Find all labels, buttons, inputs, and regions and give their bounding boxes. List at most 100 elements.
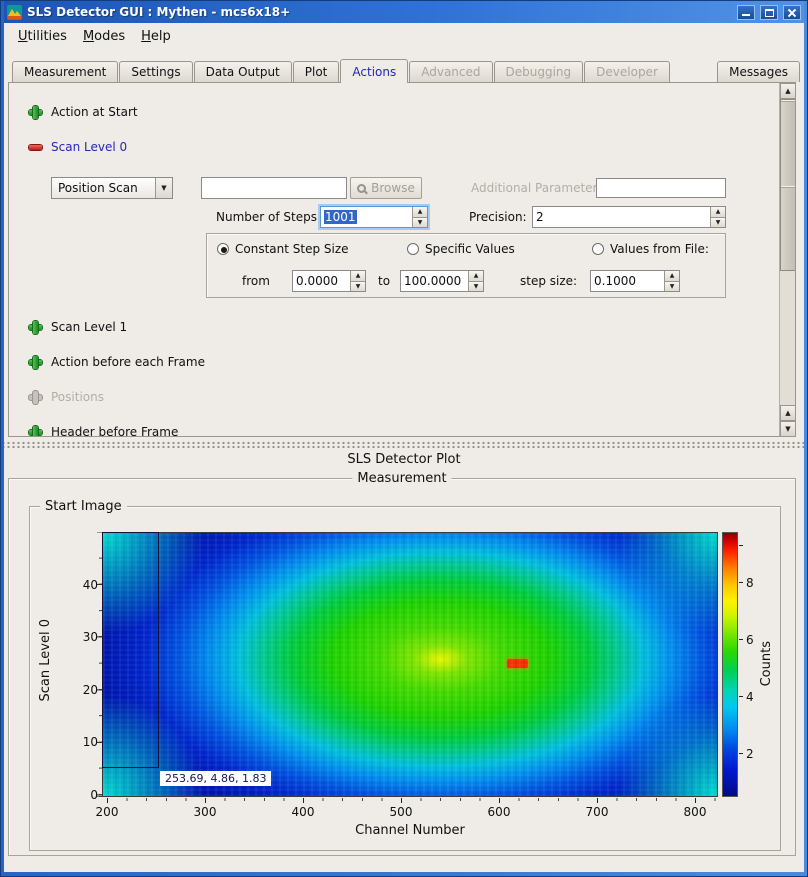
scan-level-1-row[interactable]: Scan Level 1: [29, 319, 127, 335]
to-value[interactable]: [401, 271, 468, 291]
spin-down-button[interactable]: ▼: [711, 217, 725, 228]
menu-modes[interactable]: Modes: [75, 26, 133, 47]
constant-step-radio[interactable]: Constant Step Size: [217, 242, 349, 256]
expand-plus-icon[interactable]: [29, 426, 42, 438]
step-size-spinbox[interactable]: ▲▼: [590, 270, 680, 292]
action-at-start-row[interactable]: Action at Start: [29, 104, 138, 120]
number-of-steps-label: Number of Steps:: [216, 210, 316, 224]
spin-up-button[interactable]: ▲: [711, 207, 725, 217]
radio-icon[interactable]: [592, 243, 604, 255]
spin-down-button[interactable]: ▼: [413, 217, 427, 228]
spin-up-button[interactable]: ▲: [469, 271, 483, 281]
expand-plus-icon[interactable]: [29, 321, 42, 334]
step-size-label: step size:: [520, 274, 577, 288]
scroll-up-button[interactable]: ▲: [780, 83, 796, 99]
chevron-down-icon[interactable]: ▼: [155, 178, 172, 198]
positions-label: Positions: [51, 390, 104, 404]
x-tick-label: 600: [479, 805, 519, 819]
heatmap-image[interactable]: [103, 533, 717, 796]
action-before-frame-label: Action before each Frame: [51, 355, 205, 369]
peak-hotspot: [507, 659, 528, 668]
values-from-file-label: Values from File:: [610, 242, 709, 256]
scan-mode-combobox[interactable]: Position Scan ▼: [51, 177, 173, 199]
vertical-scrollbar[interactable]: ▲ ▲ ▼: [779, 83, 795, 437]
maximize-icon: [765, 9, 774, 17]
number-of-steps-spinbox[interactable]: 1001 ▲▼: [320, 206, 428, 228]
scan-script-input[interactable]: [201, 177, 347, 199]
x-tick-label: 700: [577, 805, 617, 819]
expand-plus-icon[interactable]: [29, 356, 42, 369]
minimize-button[interactable]: [737, 5, 755, 20]
browse-icon: [357, 184, 366, 193]
from-spinbox[interactable]: ▲▼: [292, 270, 366, 292]
menu-help[interactable]: Help: [133, 26, 179, 47]
scroll-down-button[interactable]: ▼: [780, 421, 796, 437]
tab-developer: Developer: [584, 61, 670, 82]
tab-debugging: Debugging: [494, 61, 584, 82]
x-tick-label: 400: [283, 805, 323, 819]
menu-utilities[interactable]: Utilities: [10, 26, 75, 47]
step-options-groupbox: Constant Step Size Specific Values Value…: [206, 233, 726, 298]
precision-spinbox[interactable]: ▲▼: [532, 206, 726, 228]
scan-level-1-label: Scan Level 1: [51, 320, 127, 334]
measurement-group-title: Measurement: [352, 471, 451, 486]
from-value[interactable]: [293, 271, 350, 291]
x-tick-label: 800: [675, 805, 715, 819]
maximize-button[interactable]: [760, 5, 778, 20]
number-of-steps-value[interactable]: 1001: [324, 210, 357, 224]
tab-data-output[interactable]: Data Output: [194, 61, 292, 82]
specific-values-radio[interactable]: Specific Values: [407, 242, 515, 256]
titlebar[interactable]: SLS Detector GUI : Mythen - mcs6x18+: [4, 1, 804, 23]
precision-label: Precision:: [469, 210, 527, 224]
spin-up-button[interactable]: ▲: [665, 271, 679, 281]
y-tick-label: 30: [68, 630, 98, 644]
tab-settings[interactable]: Settings: [119, 61, 192, 82]
to-label: to: [378, 274, 390, 288]
app-window: SLS Detector GUI : Mythen - mcs6x18+ Uti…: [0, 0, 808, 877]
action-at-start-label: Action at Start: [51, 105, 138, 119]
colorbar-axis-label: Counts: [759, 641, 774, 686]
y-tick-label: 10: [68, 735, 98, 749]
x-tick-label: 300: [185, 805, 225, 819]
expand-plus-icon[interactable]: [29, 106, 42, 119]
tab-measurement[interactable]: Measurement: [12, 61, 118, 82]
radio-selected-icon[interactable]: [217, 243, 229, 255]
tab-plot[interactable]: Plot: [293, 61, 340, 82]
splitter-handle[interactable]: [4, 440, 804, 448]
additional-parameter-input[interactable]: [596, 178, 726, 198]
colorbar: [722, 532, 738, 797]
precision-value[interactable]: [533, 207, 710, 227]
action-before-frame-row[interactable]: Action before each Frame: [29, 354, 205, 370]
spin-down-button[interactable]: ▼: [469, 281, 483, 292]
scan-level-0-row[interactable]: Scan Level 0: [29, 139, 127, 155]
spin-up-button[interactable]: ▲: [413, 207, 427, 217]
tab-messages[interactable]: Messages: [717, 61, 800, 82]
values-from-file-radio[interactable]: Values from File:: [592, 242, 709, 256]
collapse-minus-icon[interactable]: [29, 141, 42, 154]
x-tick-label: 200: [87, 805, 127, 819]
y-tick-label: 20: [68, 683, 98, 697]
browse-button: Browse: [350, 177, 422, 199]
scan-level-0-label: Scan Level 0: [51, 140, 127, 154]
header-before-frame-row[interactable]: Header before Frame: [29, 424, 178, 437]
radio-icon[interactable]: [407, 243, 419, 255]
scrollbar-thumb[interactable]: [780, 99, 796, 271]
close-button[interactable]: [783, 5, 801, 20]
plot-canvas[interactable]: [102, 532, 718, 797]
colorbar-ticks: [739, 532, 743, 797]
header-before-frame-label: Header before Frame: [51, 425, 178, 437]
scroll-up-button-2[interactable]: ▲: [780, 405, 796, 421]
expand-plus-icon-disabled: [29, 391, 42, 404]
to-spinbox[interactable]: ▲▼: [400, 270, 484, 292]
spin-up-button[interactable]: ▲: [351, 271, 365, 281]
y-tick-label: 0: [68, 788, 98, 802]
spin-down-button[interactable]: ▼: [665, 281, 679, 292]
step-size-value[interactable]: [591, 271, 664, 291]
start-image-title: Start Image: [40, 499, 127, 514]
x-axis-major-ticks: [102, 798, 718, 803]
tab-actions[interactable]: Actions: [340, 59, 408, 83]
additional-parameter-label: Additional Parameter:: [471, 181, 601, 195]
minimize-icon: [742, 14, 750, 16]
window-title: SLS Detector GUI : Mythen - mcs6x18+: [27, 5, 732, 19]
spin-down-button[interactable]: ▼: [351, 281, 365, 292]
